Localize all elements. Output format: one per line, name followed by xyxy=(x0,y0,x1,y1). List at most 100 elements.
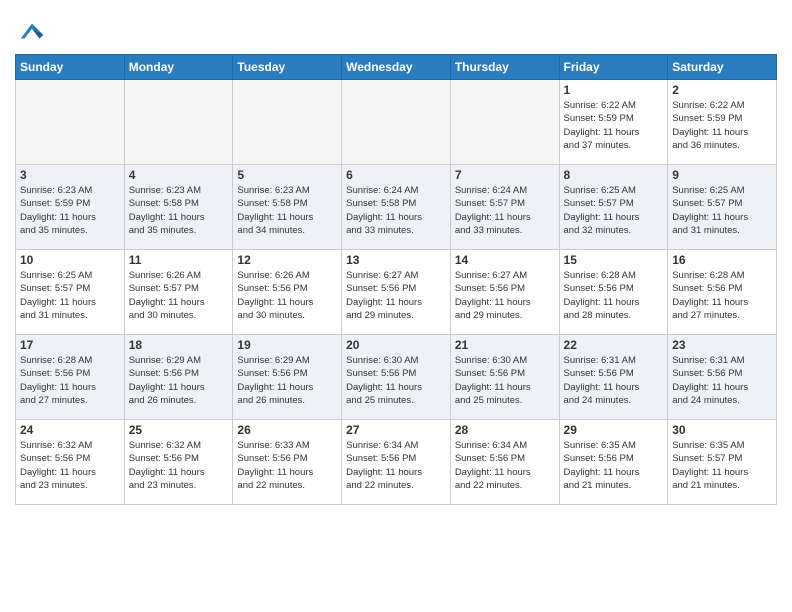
calendar-cell: 17Sunrise: 6:28 AM Sunset: 5:56 PM Dayli… xyxy=(16,335,125,420)
day-number: 25 xyxy=(129,423,229,437)
day-info: Sunrise: 6:31 AM Sunset: 5:56 PM Dayligh… xyxy=(672,354,772,407)
calendar-cell xyxy=(233,80,342,165)
col-header-thursday: Thursday xyxy=(450,55,559,80)
day-number: 2 xyxy=(672,83,772,97)
calendar-table: SundayMondayTuesdayWednesdayThursdayFrid… xyxy=(15,54,777,505)
logo-icon xyxy=(17,16,47,46)
day-number: 11 xyxy=(129,253,229,267)
calendar-cell xyxy=(342,80,451,165)
day-number: 8 xyxy=(564,168,664,182)
day-number: 7 xyxy=(455,168,555,182)
logo-content xyxy=(15,16,47,46)
day-info: Sunrise: 6:34 AM Sunset: 5:56 PM Dayligh… xyxy=(455,439,555,492)
calendar-cell: 18 Sunrise: 6:29 AM Sunset: 5:56 PM Dayli… xyxy=(124,335,233,420)
logo xyxy=(15,16,47,46)
day-info: Sunrise: 6:29 AM Sunset: 5:56 PM Dayligh… xyxy=(237,354,337,407)
col-header-friday: Friday xyxy=(559,55,668,80)
calendar-cell: 13 Sunrise: 6:27 AM Sunset: 5:56 PM Dayli… xyxy=(342,250,451,335)
day-info: Sunrise: 6:27 AM Sunset: 5:56 PM Dayligh… xyxy=(346,269,446,322)
calendar-cell: 25 Sunrise: 6:32 AM Sunset: 5:56 PM Dayli… xyxy=(124,420,233,505)
col-header-monday: Monday xyxy=(124,55,233,80)
calendar-cell: 30 Sunrise: 6:35 AM Sunset: 5:57 PM Dayli… xyxy=(668,420,777,505)
calendar-cell: 20 Sunrise: 6:30 AM Sunset: 5:56 PM Dayli… xyxy=(342,335,451,420)
header xyxy=(15,10,777,46)
day-info: Sunrise: 6:31 AM Sunset: 5:56 PM Dayligh… xyxy=(564,354,664,407)
day-number: 28 xyxy=(455,423,555,437)
day-info: Sunrise: 6:26 AM Sunset: 5:57 PM Dayligh… xyxy=(129,269,229,322)
day-info: Sunrise: 6:25 AM Sunset: 5:57 PM Dayligh… xyxy=(20,269,120,322)
day-info: Sunrise: 6:30 AM Sunset: 5:56 PM Dayligh… xyxy=(346,354,446,407)
day-info: Sunrise: 6:35 AM Sunset: 5:57 PM Dayligh… xyxy=(672,439,772,492)
calendar-cell: 28 Sunrise: 6:34 AM Sunset: 5:56 PM Dayli… xyxy=(450,420,559,505)
calendar-week-1: 1 Sunrise: 6:22 AM Sunset: 5:59 PM Daylig… xyxy=(16,80,777,165)
day-info: Sunrise: 6:28 AM Sunset: 5:56 PM Dayligh… xyxy=(20,354,120,407)
calendar-cell: 3Sunrise: 6:23 AM Sunset: 5:59 PM Daylig… xyxy=(16,165,125,250)
day-info: Sunrise: 6:28 AM Sunset: 5:56 PM Dayligh… xyxy=(564,269,664,322)
calendar-cell: 5Sunrise: 6:23 AM Sunset: 5:58 PM Daylig… xyxy=(233,165,342,250)
calendar-cell xyxy=(16,80,125,165)
day-info: Sunrise: 6:35 AM Sunset: 5:56 PM Dayligh… xyxy=(564,439,664,492)
day-number: 27 xyxy=(346,423,446,437)
day-number: 15 xyxy=(564,253,664,267)
day-number: 9 xyxy=(672,168,772,182)
calendar-cell: 26 Sunrise: 6:33 AM Sunset: 5:56 PM Dayli… xyxy=(233,420,342,505)
calendar-cell: 19 Sunrise: 6:29 AM Sunset: 5:56 PM Dayli… xyxy=(233,335,342,420)
day-info: Sunrise: 6:32 AM Sunset: 5:56 PM Dayligh… xyxy=(20,439,120,492)
calendar-cell: 14Sunrise: 6:27 AM Sunset: 5:56 PM Dayli… xyxy=(450,250,559,335)
day-number: 29 xyxy=(564,423,664,437)
day-info: Sunrise: 6:22 AM Sunset: 5:59 PM Dayligh… xyxy=(564,99,664,152)
day-number: 13 xyxy=(346,253,446,267)
calendar-cell: 22 Sunrise: 6:31 AM Sunset: 5:56 PM Dayli… xyxy=(559,335,668,420)
day-info: Sunrise: 6:22 AM Sunset: 5:59 PM Dayligh… xyxy=(672,99,772,152)
calendar-cell: 24Sunrise: 6:32 AM Sunset: 5:56 PM Dayli… xyxy=(16,420,125,505)
calendar-cell: 2 Sunrise: 6:22 AM Sunset: 5:59 PM Daylig… xyxy=(668,80,777,165)
day-info: Sunrise: 6:27 AM Sunset: 5:56 PM Dayligh… xyxy=(455,269,555,322)
day-info: Sunrise: 6:23 AM Sunset: 5:58 PM Dayligh… xyxy=(129,184,229,237)
day-number: 21 xyxy=(455,338,555,352)
calendar-cell: 1 Sunrise: 6:22 AM Sunset: 5:59 PM Daylig… xyxy=(559,80,668,165)
day-number: 20 xyxy=(346,338,446,352)
day-number: 30 xyxy=(672,423,772,437)
calendar-cell: 23 Sunrise: 6:31 AM Sunset: 5:56 PM Dayli… xyxy=(668,335,777,420)
day-number: 26 xyxy=(237,423,337,437)
col-header-wednesday: Wednesday xyxy=(342,55,451,80)
day-info: Sunrise: 6:26 AM Sunset: 5:56 PM Dayligh… xyxy=(237,269,337,322)
day-number: 19 xyxy=(237,338,337,352)
day-info: Sunrise: 6:25 AM Sunset: 5:57 PM Dayligh… xyxy=(564,184,664,237)
calendar-cell: 15 Sunrise: 6:28 AM Sunset: 5:56 PM Dayli… xyxy=(559,250,668,335)
calendar-cell: 12 Sunrise: 6:26 AM Sunset: 5:56 PM Dayli… xyxy=(233,250,342,335)
col-header-tuesday: Tuesday xyxy=(233,55,342,80)
day-info: Sunrise: 6:24 AM Sunset: 5:58 PM Dayligh… xyxy=(346,184,446,237)
day-number: 12 xyxy=(237,253,337,267)
calendar-cell: 27 Sunrise: 6:34 AM Sunset: 5:56 PM Dayli… xyxy=(342,420,451,505)
day-number: 10 xyxy=(20,253,120,267)
col-header-saturday: Saturday xyxy=(668,55,777,80)
day-info: Sunrise: 6:24 AM Sunset: 5:57 PM Dayligh… xyxy=(455,184,555,237)
calendar-cell: 6 Sunrise: 6:24 AM Sunset: 5:58 PM Daylig… xyxy=(342,165,451,250)
day-number: 1 xyxy=(564,83,664,97)
day-number: 4 xyxy=(129,168,229,182)
calendar-cell: 7 Sunrise: 6:24 AM Sunset: 5:57 PM Daylig… xyxy=(450,165,559,250)
day-info: Sunrise: 6:29 AM Sunset: 5:56 PM Dayligh… xyxy=(129,354,229,407)
day-number: 22 xyxy=(564,338,664,352)
day-info: Sunrise: 6:34 AM Sunset: 5:56 PM Dayligh… xyxy=(346,439,446,492)
calendar-cell: 21Sunrise: 6:30 AM Sunset: 5:56 PM Dayli… xyxy=(450,335,559,420)
col-header-sunday: Sunday xyxy=(16,55,125,80)
day-number: 3 xyxy=(20,168,120,182)
calendar-week-2: 3Sunrise: 6:23 AM Sunset: 5:59 PM Daylig… xyxy=(16,165,777,250)
day-info: Sunrise: 6:32 AM Sunset: 5:56 PM Dayligh… xyxy=(129,439,229,492)
day-number: 16 xyxy=(672,253,772,267)
day-number: 23 xyxy=(672,338,772,352)
day-info: Sunrise: 6:28 AM Sunset: 5:56 PM Dayligh… xyxy=(672,269,772,322)
day-number: 5 xyxy=(237,168,337,182)
calendar-cell xyxy=(124,80,233,165)
day-info: Sunrise: 6:33 AM Sunset: 5:56 PM Dayligh… xyxy=(237,439,337,492)
calendar-week-5: 24Sunrise: 6:32 AM Sunset: 5:56 PM Dayli… xyxy=(16,420,777,505)
day-number: 18 xyxy=(129,338,229,352)
calendar-page: SundayMondayTuesdayWednesdayThursdayFrid… xyxy=(0,0,792,520)
calendar-cell: 9Sunrise: 6:25 AM Sunset: 5:57 PM Daylig… xyxy=(668,165,777,250)
day-number: 6 xyxy=(346,168,446,182)
calendar-cell: 11 Sunrise: 6:26 AM Sunset: 5:57 PM Dayli… xyxy=(124,250,233,335)
calendar-header-row: SundayMondayTuesdayWednesdayThursdayFrid… xyxy=(16,55,777,80)
calendar-cell: 16 Sunrise: 6:28 AM Sunset: 5:56 PM Dayli… xyxy=(668,250,777,335)
